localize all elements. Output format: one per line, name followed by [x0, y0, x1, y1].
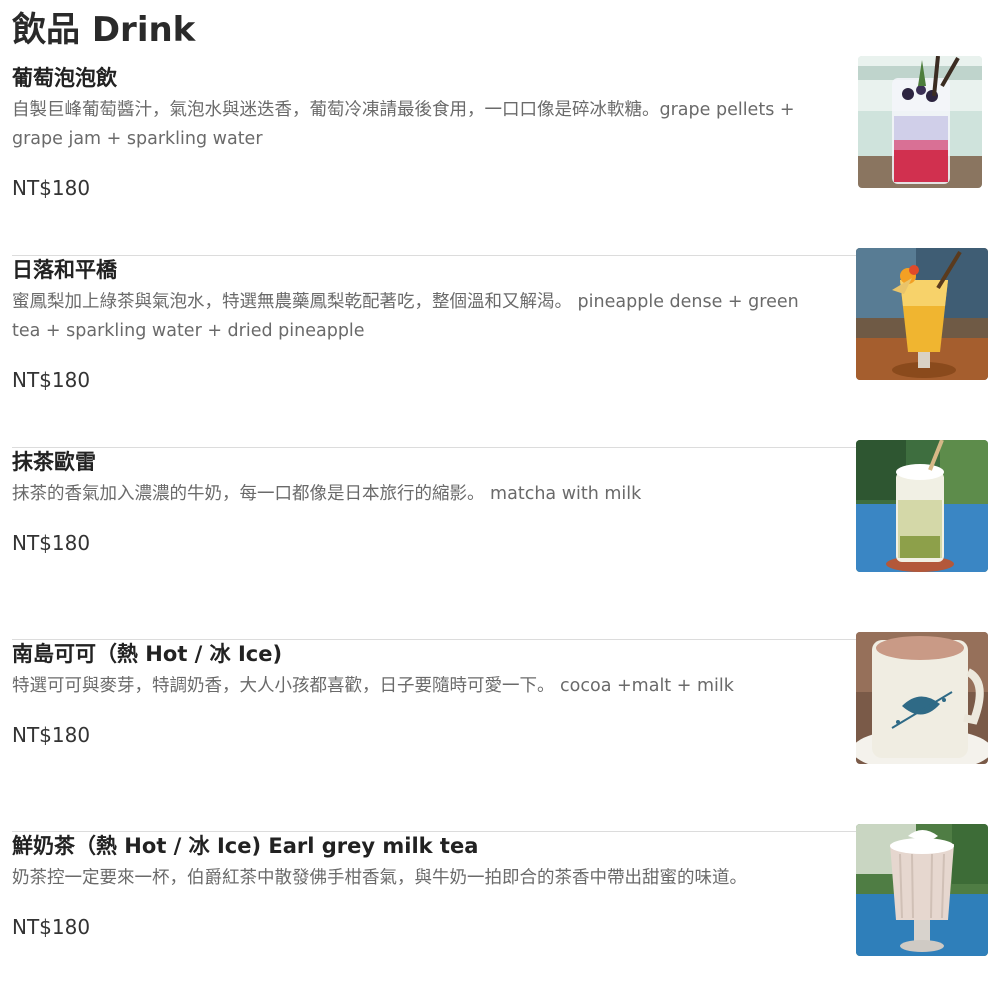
menu-item-earl-grey-milk-tea[interactable]: 鮮奶茶（熱 Hot / 冰 Ice) Earl grey milk tea 奶茶… [12, 824, 988, 1000]
item-description: 蜜鳳梨加上綠茶與氣泡水，特選無農藥鳳梨乾配著吃，整個溫和又解渴。 pineapp… [12, 292, 799, 341]
item-price: NT$180 [12, 176, 91, 200]
item-name: 鮮奶茶（熱 Hot / 冰 Ice) Earl grey milk tea [12, 834, 479, 858]
matcha-latte-image[interactable] [856, 440, 988, 572]
item-description: 抹茶的香氣加入濃濃的牛奶，每一口都像是日本旅行的縮影。 matcha with … [12, 484, 642, 504]
cocoa-mug-image[interactable] [856, 632, 988, 764]
drink-menu-list: 葡萄泡泡飲 自製巨峰葡萄醬汁，氣泡水與迷迭香，葡萄冷凍請最後食用，一口口像是碎冰… [0, 0, 999, 1000]
item-description: 奶茶控一定要來一杯，伯爵紅茶中散發佛手柑香氣，與牛奶一拍即合的茶香中帶出甜蜜的味… [12, 868, 747, 888]
menu-item-grape-sparkling[interactable]: 葡萄泡泡飲 自製巨峰葡萄醬汁，氣泡水與迷迭香，葡萄冷凍請最後食用，一口口像是碎冰… [12, 56, 988, 256]
item-name: 抹茶歐雷 [12, 450, 96, 474]
item-name: 南島可可（熱 Hot / 冰 Ice) [12, 642, 283, 666]
item-name: 日落和平橋 [12, 258, 117, 282]
menu-item-sunset-bridge[interactable]: 日落和平橋 蜜鳳梨加上綠茶與氣泡水，特選無農藥鳳梨乾配著吃，整個溫和又解渴。 p… [12, 248, 988, 448]
item-price: NT$180 [12, 915, 91, 939]
milk-tea-image[interactable] [856, 824, 988, 956]
item-description: 自製巨峰葡萄醬汁，氣泡水與迷迭香，葡萄冷凍請最後食用，一口口像是碎冰軟糖。gra… [12, 100, 795, 149]
item-price: NT$180 [12, 368, 91, 392]
item-name: 葡萄泡泡飲 [12, 66, 117, 90]
menu-item-matcha-latte[interactable]: 抹茶歐雷 抹茶的香氣加入濃濃的牛奶，每一口都像是日本旅行的縮影。 matcha … [12, 440, 988, 640]
item-description: 特選可可與麥芽，特調奶香，大人小孩都喜歡，日子要隨時可愛一下。 cocoa +m… [12, 676, 734, 696]
grape-drink-image[interactable] [858, 56, 982, 188]
item-price: NT$180 [12, 531, 91, 555]
item-price: NT$180 [12, 723, 91, 747]
menu-item-island-cocoa[interactable]: 南島可可（熱 Hot / 冰 Ice) 特選可可與麥芽，特調奶香，大人小孩都喜歡… [12, 632, 988, 832]
pineapple-tea-image[interactable] [856, 248, 988, 380]
